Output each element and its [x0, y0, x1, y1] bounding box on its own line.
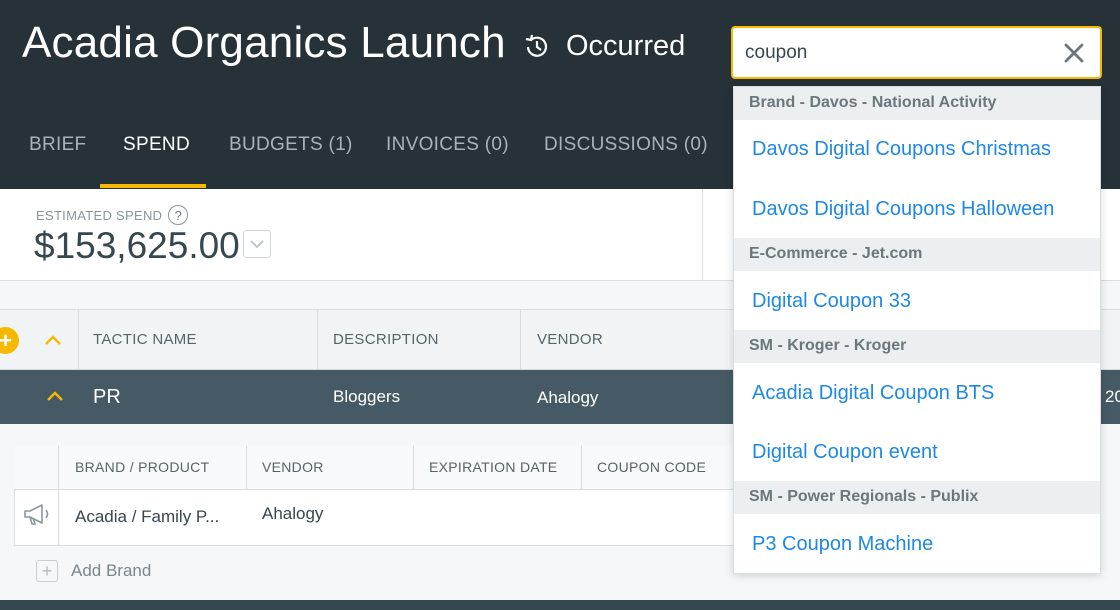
page-title: Acadia Organics Launch	[22, 18, 506, 67]
status-label: Occurred	[566, 30, 686, 62]
result-item[interactable]: P3 Coupon Machine	[752, 533, 933, 556]
result-group-label: E-Commerce - Jet.com	[749, 245, 923, 262]
result-group-label: SM - Kroger - Kroger	[749, 337, 907, 354]
column-header-coupon-code[interactable]: COUPON CODE	[597, 459, 706, 475]
search-box	[731, 26, 1102, 79]
tab-brief[interactable]: BRIEF	[29, 134, 86, 156]
collapse-row-icon[interactable]	[46, 390, 64, 402]
tab-bar: BRIEF SPEND BUDGETS (1) INVOICES (0) DIS…	[0, 118, 720, 189]
search-results-dropdown: Brand - Davos - National Activity Davos …	[733, 86, 1101, 574]
expand-spend-button[interactable]	[243, 230, 271, 258]
tab-spend[interactable]: SPEND	[123, 134, 190, 156]
column-divider	[58, 446, 59, 546]
result-item[interactable]: Acadia Digital Coupon BTS	[752, 382, 994, 405]
column-header-tactic-name[interactable]: TACTIC NAME	[93, 331, 197, 348]
history-icon	[525, 34, 548, 57]
megaphone-icon	[24, 504, 49, 525]
estimated-spend-label: ESTIMATED SPEND ?	[36, 205, 189, 225]
column-header-brand-product[interactable]: BRAND / PRODUCT	[75, 459, 209, 475]
column-divider	[78, 310, 79, 370]
column-divider	[581, 446, 582, 490]
status-indicator: Occurred	[522, 30, 685, 63]
add-brand-button[interactable]: + Add Brand	[36, 560, 151, 582]
result-group-header: SM - Power Regionals - Publix	[734, 481, 1100, 514]
search-input[interactable]	[745, 38, 1045, 68]
add-brand-label: Add Brand	[71, 561, 152, 580]
column-header-sub-vendor[interactable]: VENDOR	[262, 459, 324, 475]
result-group-label: SM - Power Regionals - Publix	[749, 488, 979, 505]
result-item[interactable]: Davos Digital Coupons Christmas	[752, 138, 1051, 161]
brand-product-cell[interactable]: Acadia / Family P...	[75, 507, 219, 527]
chevron-up-icon[interactable]	[44, 334, 62, 346]
tab-budgets[interactable]: BUDGETS (1)	[229, 134, 353, 156]
result-group-header: Brand - Davos - National Activity	[734, 87, 1100, 120]
tactic-truncated-value: 20	[1105, 387, 1120, 406]
column-header-expiration-date[interactable]: EXPIRATION DATE	[429, 459, 557, 475]
result-item[interactable]: Digital Coupon 33	[752, 290, 911, 313]
tactic-description: Bloggers	[333, 387, 401, 406]
chevron-down-icon	[250, 239, 264, 248]
result-group-header: E-Commerce - Jet.com	[734, 238, 1100, 271]
active-tab-indicator	[100, 184, 206, 188]
tactic-name: PR	[93, 386, 121, 408]
estimated-spend-label-text: ESTIMATED SPEND	[36, 207, 163, 223]
column-divider	[413, 446, 414, 490]
tab-invoices[interactable]: INVOICES (0)	[386, 134, 509, 156]
help-icon[interactable]: ?	[168, 205, 189, 225]
brand-vendor-cell: Ahalogy	[262, 504, 324, 523]
column-header-vendor[interactable]: VENDOR	[537, 331, 603, 348]
column-header-description[interactable]: DESCRIPTION	[333, 331, 439, 348]
estimated-spend-value: $153,625.00	[34, 225, 240, 266]
tactic-vendor: Ahalogy	[537, 388, 599, 407]
column-divider	[246, 446, 247, 490]
close-icon[interactable]	[1062, 41, 1086, 65]
result-group-label: Brand - Davos - National Activity	[749, 94, 997, 111]
column-divider	[520, 310, 521, 370]
tab-discussions[interactable]: DISCUSSIONS (0)	[544, 134, 708, 156]
result-item[interactable]: Digital Coupon event	[752, 441, 938, 464]
footer-bar	[0, 600, 1120, 610]
column-divider	[317, 310, 318, 370]
result-group-header: SM - Kroger - Kroger	[734, 330, 1100, 363]
result-item[interactable]: Davos Digital Coupons Halloween	[752, 198, 1054, 221]
plus-icon: +	[36, 560, 58, 582]
